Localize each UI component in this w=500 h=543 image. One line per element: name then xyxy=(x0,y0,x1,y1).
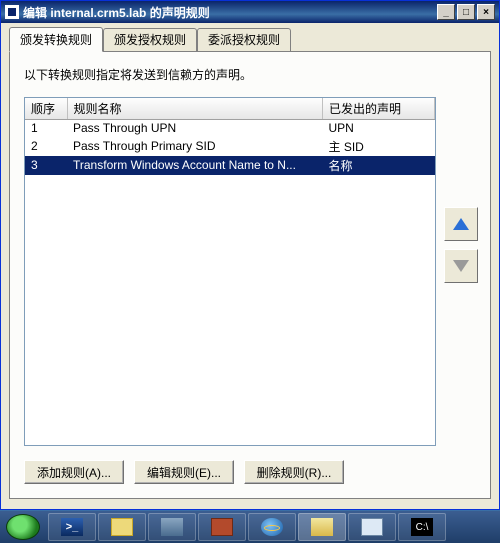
cell-claims: 名称 xyxy=(323,156,435,175)
titlebar[interactable]: 编辑 internal.crm5.lab 的声明规则 _ □ × xyxy=(1,1,499,23)
table-row[interactable]: 2Pass Through Primary SID主 SID xyxy=(25,137,435,156)
command-prompt-icon: C:\ xyxy=(411,518,433,536)
dialog-window: 编辑 internal.crm5.lab 的声明规则 _ □ × 颁发转换规则颁… xyxy=(0,0,500,510)
taskbar-item-server-manager[interactable] xyxy=(148,513,196,541)
arrow-down-icon xyxy=(453,260,469,272)
maximize-button[interactable]: □ xyxy=(457,4,475,20)
tab-0[interactable]: 颁发转换规则 xyxy=(9,27,103,52)
move-down-button[interactable] xyxy=(444,249,478,283)
network-icon xyxy=(361,518,383,536)
cell-name: Pass Through Primary SID xyxy=(67,137,323,156)
taskbar-item-toolbox[interactable] xyxy=(198,513,246,541)
taskbar-item-network[interactable] xyxy=(348,513,396,541)
move-up-button[interactable] xyxy=(444,207,478,241)
cell-claims: 主 SID xyxy=(323,137,435,156)
description-text: 以下转换规则指定将发送到信赖方的声明。 xyxy=(24,66,478,83)
edit-rule-button[interactable]: 编辑规则(E)... xyxy=(134,460,234,484)
taskbar-items: >_ C:\ xyxy=(48,513,448,541)
col-header-order[interactable]: 顺序 xyxy=(25,98,67,120)
tab-1[interactable]: 颁发授权规则 xyxy=(103,28,197,51)
cell-order: 3 xyxy=(25,156,67,175)
powershell-icon: >_ xyxy=(61,518,83,536)
window-title: 编辑 internal.crm5.lab 的声明规则 xyxy=(23,4,437,21)
rules-table: 顺序 规则名称 已发出的声明 1Pass Through UPNUPN2Pass… xyxy=(25,98,435,175)
taskbar-item-adfs-manager[interactable] xyxy=(298,513,346,541)
cell-order: 1 xyxy=(25,120,67,137)
start-button[interactable] xyxy=(6,514,40,540)
add-rule-button[interactable]: 添加规则(A)... xyxy=(24,460,124,484)
cell-name: Transform Windows Account Name to N... xyxy=(67,156,323,175)
table-row[interactable]: 3Transform Windows Account Name to N...名… xyxy=(25,156,435,175)
explorer-icon xyxy=(111,518,133,536)
internet-explorer-icon xyxy=(261,518,283,536)
remove-rule-button[interactable]: 删除规则(R)... xyxy=(244,460,344,484)
taskbar-item-command-prompt[interactable]: C:\ xyxy=(398,513,446,541)
close-button[interactable]: × xyxy=(477,4,495,20)
col-header-claims[interactable]: 已发出的声明 xyxy=(323,98,435,120)
col-header-name[interactable]: 规则名称 xyxy=(67,98,323,120)
taskbar[interactable]: >_ C:\ xyxy=(0,511,500,543)
toolbox-icon xyxy=(211,518,233,536)
adfs-manager-icon xyxy=(311,518,333,536)
arrow-up-icon xyxy=(453,218,469,230)
rules-list[interactable]: 顺序 规则名称 已发出的声明 1Pass Through UPNUPN2Pass… xyxy=(24,97,436,446)
app-icon xyxy=(5,5,19,19)
table-row[interactable]: 1Pass Through UPNUPN xyxy=(25,120,435,137)
taskbar-item-internet-explorer[interactable] xyxy=(248,513,296,541)
rules-tbody: 1Pass Through UPNUPN2Pass Through Primar… xyxy=(25,120,435,175)
cell-claims: UPN xyxy=(323,120,435,137)
taskbar-item-powershell[interactable]: >_ xyxy=(48,513,96,541)
tab-2[interactable]: 委派授权规则 xyxy=(197,28,291,51)
taskbar-item-explorer[interactable] xyxy=(98,513,146,541)
cell-name: Pass Through UPN xyxy=(67,120,323,137)
tab-strip: 颁发转换规则颁发授权规则委派授权规则 xyxy=(9,29,491,51)
server-manager-icon xyxy=(161,518,183,536)
tab-page-issuance-transform: 以下转换规则指定将发送到信赖方的声明。 顺序 规则名称 已发出的声明 xyxy=(9,51,491,499)
minimize-button[interactable]: _ xyxy=(437,4,455,20)
cell-order: 2 xyxy=(25,137,67,156)
